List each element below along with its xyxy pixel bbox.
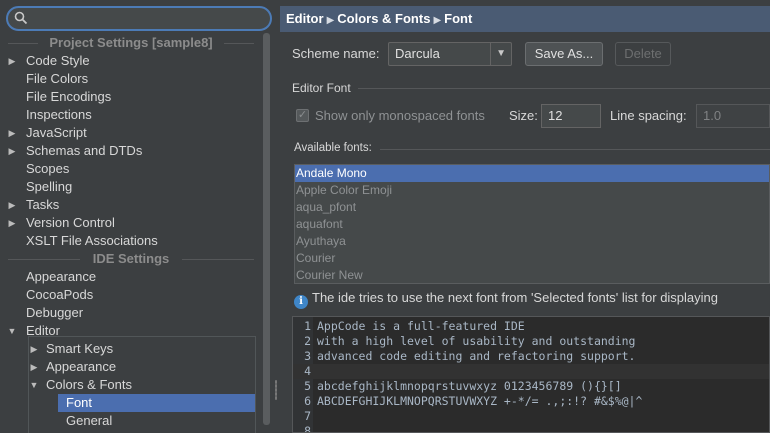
size-input[interactable]: 12 xyxy=(541,104,601,128)
search-input[interactable] xyxy=(30,10,260,27)
scheme-name-label: Scheme name: xyxy=(292,46,380,61)
code-line: 5 abcdefghijklmnopqrstuvwxyz 0123456789 (… xyxy=(304,379,622,393)
tree-item-xslt[interactable]: XSLT File Associations xyxy=(0,232,262,250)
breadcrumb-font: Font xyxy=(444,11,473,26)
panel-splitter[interactable] xyxy=(274,0,278,433)
breadcrumb-separator-icon: ▶ xyxy=(326,15,335,26)
delete-button[interactable]: Delete xyxy=(615,42,671,66)
code-line: 2 with a high level of usability and outs… xyxy=(304,334,636,348)
triangle-right-icon[interactable]: ▶ xyxy=(6,142,18,160)
editor-font-title: Editor Font xyxy=(292,81,351,95)
scheme-select[interactable]: Darcula ▼ xyxy=(388,42,512,66)
breadcrumb-editor: Editor xyxy=(286,11,324,26)
tree-item-spelling[interactable]: Spelling xyxy=(0,178,262,196)
breadcrumb: Editor ▶ Colors & Fonts ▶ Font xyxy=(280,6,770,32)
settings-sidebar: Project Settings [sample8] ▶ Code Style F… xyxy=(0,0,278,433)
tree-item-cocoapods[interactable]: CocoaPods xyxy=(0,286,262,304)
size-label: Size: xyxy=(509,108,538,123)
font-list-item[interactable]: Apple Color Emoji xyxy=(295,182,769,199)
code-line: 3 advanced code editing and refactoring s… xyxy=(304,349,636,363)
font-list-item[interactable]: Ayuthaya xyxy=(295,233,769,250)
search-icon xyxy=(14,11,28,25)
tree-item-code-style[interactable]: ▶ Code Style xyxy=(0,52,262,70)
sidebar-scrollbar-thumb[interactable] xyxy=(263,33,270,425)
monospaced-checkbox[interactable]: ✓ xyxy=(296,109,309,122)
font-list-item[interactable]: aqua_pfont xyxy=(295,199,769,216)
sidebar-scrollbar[interactable] xyxy=(262,33,271,433)
tree-item-javascript[interactable]: ▶ JavaScript xyxy=(0,124,262,142)
font-list-item[interactable]: Andale Mono xyxy=(295,165,769,182)
font-list-item[interactable]: Courier New xyxy=(295,267,769,283)
settings-content: Editor ▶ Colors & Fonts ▶ Font Scheme name: … xyxy=(280,0,770,433)
code-line: 8 xyxy=(304,424,311,433)
line-spacing-input[interactable]: 1.0 xyxy=(696,104,770,128)
tree-item-inspections[interactable]: Inspections xyxy=(0,106,262,124)
breadcrumb-separator-icon: ▶ xyxy=(433,15,442,26)
font-preview-editor[interactable]: 1 AppCode is a full-featured IDE 2 with a … xyxy=(292,316,770,433)
breadcrumb-colors-fonts: Colors & Fonts xyxy=(337,11,431,26)
available-fonts-title: Available fonts: xyxy=(294,142,372,154)
info-icon: i xyxy=(294,295,308,309)
info-message: i The ide tries to use the next font from… xyxy=(294,290,718,309)
tree-item-schemas-dtds[interactable]: ▶ Schemas and DTDs xyxy=(0,142,262,160)
tree-item-version-control[interactable]: ▶ Version Control xyxy=(0,214,262,232)
code-line: 6 ABCDEFGHIJKLMNOPQRSTUVWXYZ +-*/= .,;:!?… xyxy=(304,394,643,408)
triangle-right-icon[interactable]: ▶ xyxy=(6,124,18,142)
triangle-right-icon[interactable]: ▶ xyxy=(6,196,18,214)
triangle-down-icon[interactable]: ▼ xyxy=(6,322,18,340)
chevron-down-icon[interactable]: ▼ xyxy=(496,48,506,59)
save-as-button[interactable]: Save As... xyxy=(525,42,603,66)
tree-item-scopes[interactable]: Scopes xyxy=(0,160,262,178)
monospaced-label[interactable]: Show only monospaced fonts xyxy=(315,108,485,123)
tree-item-tasks[interactable]: ▶ Tasks xyxy=(0,196,262,214)
font-list-item[interactable]: Courier xyxy=(295,250,769,267)
scheme-select-value: Darcula xyxy=(395,46,440,61)
tree-item-file-encodings[interactable]: File Encodings xyxy=(0,88,262,106)
code-line: 1 AppCode is a full-featured IDE xyxy=(304,319,525,333)
font-list[interactable]: Andale Mono Apple Color Emoji aqua_pfont… xyxy=(294,164,770,284)
tree-item-appearance[interactable]: Appearance xyxy=(0,268,262,286)
editor-subtree-frame xyxy=(28,336,256,433)
code-line: 7 xyxy=(304,409,311,423)
search-box[interactable] xyxy=(6,6,272,31)
tree-item-debugger[interactable]: Debugger xyxy=(0,304,262,322)
code-line: 4 xyxy=(293,364,769,379)
triangle-right-icon[interactable]: ▶ xyxy=(6,52,18,70)
triangle-right-icon[interactable]: ▶ xyxy=(6,214,18,232)
ide-settings-header: IDE Settings xyxy=(0,250,262,268)
info-text: The ide tries to use the next font from … xyxy=(312,290,719,305)
tree-item-file-colors[interactable]: File Colors xyxy=(0,70,262,88)
line-spacing-label: Line spacing: xyxy=(610,108,687,123)
font-list-item[interactable]: aquafont xyxy=(295,216,769,233)
project-settings-header: Project Settings [sample8] xyxy=(0,34,262,52)
